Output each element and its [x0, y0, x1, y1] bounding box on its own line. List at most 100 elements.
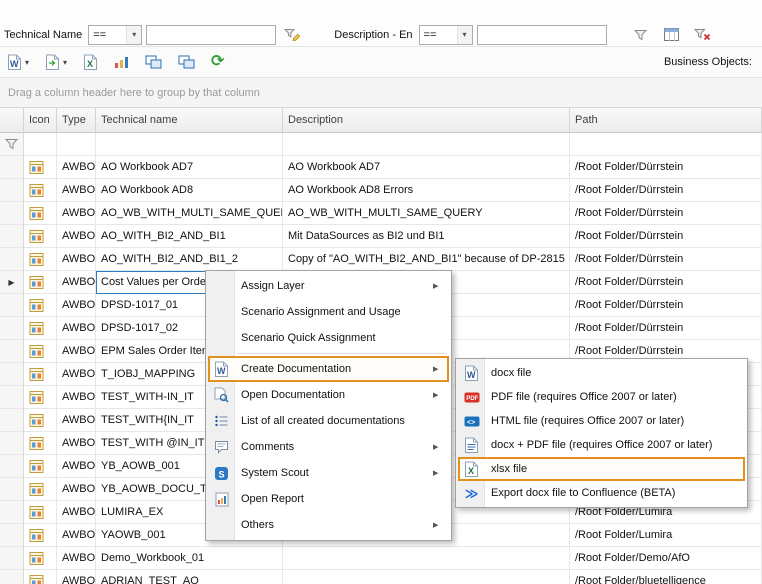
description-cell[interactable]: Mit DataSources as BI2 und BI1 [283, 225, 570, 248]
type-cell[interactable]: AWBO [57, 156, 96, 179]
technical-name-cell[interactable]: AO_WB_WITH_MULTI_SAME_QUERY [96, 202, 283, 225]
description-cell[interactable] [283, 570, 570, 584]
group-by-panel[interactable]: Drag a column header here to group by th… [0, 78, 762, 108]
clear-filter-button[interactable] [690, 24, 714, 45]
column-header-technical-name[interactable]: Technical name [96, 108, 283, 133]
table-row[interactable]: ▶ AWBO Demo_Workbook_01 /Root Folder/Dem… [0, 547, 762, 570]
type-cell[interactable]: AWBO [57, 363, 96, 386]
grid-windows-button-2[interactable] [178, 55, 195, 69]
type-cell[interactable]: AWBO [57, 317, 96, 340]
technical-name-operator-select[interactable]: == ▾ [88, 25, 142, 45]
description-cell[interactable]: AO_WB_WITH_MULTI_SAME_QUERY [283, 202, 570, 225]
type-cell[interactable]: AWBO [57, 271, 96, 294]
create-xlsx-button[interactable]: X [83, 54, 98, 70]
type-cell[interactable]: AWBO [57, 432, 96, 455]
type-cell[interactable]: AWBO [57, 386, 96, 409]
filter-cell-type[interactable] [57, 133, 96, 156]
table-row[interactable]: ▶ AWBO AO_WITH_BI2_AND_BI1_2 Copy of "AO… [0, 248, 762, 271]
filter-edit-button[interactable] [280, 24, 304, 45]
filter-cell-path[interactable] [570, 133, 762, 156]
menu-item-label: List of all created documentations [235, 415, 433, 427]
menu-item-open-report[interactable]: Open Report [208, 486, 449, 512]
path-cell[interactable]: /Root Folder/Dürrstein [570, 225, 762, 248]
table-row[interactable]: ▶ AWBO ADRIAN_TEST_AO /Root Folder/bluet… [0, 570, 762, 584]
create-docx-button[interactable]: W ▾ [7, 54, 29, 70]
type-cell[interactable]: AWBO [57, 547, 96, 570]
menu-item-others[interactable]: Others ▶ [208, 512, 449, 538]
filter-cell-description[interactable] [283, 133, 570, 156]
column-header-description[interactable]: Description [283, 108, 570, 133]
type-cell[interactable]: AWBO [57, 225, 96, 248]
path-cell[interactable]: /Root Folder/Lumira [570, 524, 762, 547]
type-cell[interactable]: AWBO [57, 294, 96, 317]
submenu-item-xlsx-file[interactable]: X xlsx file [458, 457, 745, 481]
description-filter-input[interactable] [477, 25, 607, 45]
open-documentation-toolbar-button[interactable]: ▾ [45, 54, 67, 70]
menu-item-open-documentation[interactable]: Open Documentation ▶ [208, 382, 449, 408]
submenu-item-export-docx-to-confluence[interactable]: ≫ Export docx file to Confluence (BETA) [458, 481, 745, 505]
path-cell[interactable]: /Root Folder/Dürrstein [570, 248, 762, 271]
column-header-path[interactable]: Path [570, 108, 762, 133]
menu-item-scenario-assignment-and-usage[interactable]: Scenario Assignment and Usage [208, 299, 449, 325]
table-row[interactable]: ▶ AWBO AO Workbook AD8 AO Workbook AD8 E… [0, 179, 762, 202]
column-header-icon[interactable]: Icon [24, 108, 57, 133]
path-cell[interactable]: /Root Folder/Demo/AfO [570, 547, 762, 570]
submenu-item-docx-file[interactable]: W docx file [458, 361, 745, 385]
menu-item-system-scout[interactable]: S System Scout ▶ [208, 460, 449, 486]
filter-button[interactable] [628, 24, 652, 45]
funnel-icon [634, 29, 647, 41]
menu-item-list-of-all-created-documentations[interactable]: List of all created documentations [208, 408, 449, 434]
menu-item-comments[interactable]: Comments ▶ [208, 434, 449, 460]
description-cell[interactable]: AO Workbook AD7 [283, 156, 570, 179]
type-cell[interactable]: AWBO [57, 455, 96, 478]
submenu-item-docx-plus-pdf-file[interactable]: docx + PDF file (requires Office 2007 or… [458, 433, 745, 457]
technical-name-cell[interactable]: AO Workbook AD8 [96, 179, 283, 202]
table-row[interactable]: ▶ AWBO AO_WITH_BI2_AND_BI1 Mit DataSourc… [0, 225, 762, 248]
row-indicator-cell: ▶ [0, 317, 24, 340]
path-cell[interactable]: /Root Folder/Dürrstein [570, 156, 762, 179]
path-cell[interactable]: /Root Folder/Dürrstein [570, 202, 762, 225]
description-operator-select[interactable]: == ▾ [419, 25, 473, 45]
path-cell[interactable]: /Root Folder/Dürrstein [570, 179, 762, 202]
filter-cell-icon[interactable] [24, 133, 57, 156]
technical-name-cell[interactable]: Demo_Workbook_01 [96, 547, 283, 570]
type-cell[interactable]: AWBO [57, 340, 96, 363]
application-window: Technical Name == ▾ Description - En == … [0, 0, 762, 584]
type-cell[interactable]: AWBO [57, 570, 96, 584]
type-cell[interactable]: AWBO [57, 409, 96, 432]
grid-windows-button-1[interactable] [145, 55, 162, 69]
description-cell[interactable]: AO Workbook AD8 Errors [283, 179, 570, 202]
path-cell[interactable]: /Root Folder/Dürrstein [570, 317, 762, 340]
type-cell[interactable]: AWBO [57, 524, 96, 547]
table-row[interactable]: ▶ AWBO AO Workbook AD7 AO Workbook AD7 /… [0, 156, 762, 179]
icon-cell [24, 271, 57, 294]
path-cell[interactable]: /Root Folder/Dürrstein [570, 271, 762, 294]
description-cell[interactable]: Copy of "AO_WITH_BI2_AND_BI1" because of… [283, 248, 570, 271]
column-header-type[interactable]: Type [57, 108, 96, 133]
operator-value: == [89, 29, 126, 41]
technical-name-filter-input[interactable] [146, 25, 276, 45]
technical-name-cell[interactable]: ADRIAN_TEST_AO [96, 570, 283, 584]
refresh-button[interactable]: ⟳ [211, 54, 224, 70]
submenu-arrow-icon: ▶ [433, 443, 449, 451]
submenu-item-pdf-file[interactable]: PDF PDF file (requires Office 2007 or la… [458, 385, 745, 409]
menu-item-scenario-quick-assignment[interactable]: Scenario Quick Assignment [208, 325, 449, 351]
type-cell[interactable]: AWBO [57, 202, 96, 225]
path-cell[interactable]: /Root Folder/bluetelligence [570, 570, 762, 584]
submenu-item-html-file[interactable]: <> HTML file (requires Office 2007 or la… [458, 409, 745, 433]
table-row[interactable]: ▶ AWBO AO_WB_WITH_MULTI_SAME_QUERY AO_WB… [0, 202, 762, 225]
description-cell[interactable] [283, 547, 570, 570]
technical-name-cell[interactable]: AO Workbook AD7 [96, 156, 283, 179]
chart-button[interactable] [114, 55, 129, 69]
filter-cell-technical-name[interactable] [96, 133, 283, 156]
technical-name-cell[interactable]: AO_WITH_BI2_AND_BI1 [96, 225, 283, 248]
type-cell[interactable]: AWBO [57, 478, 96, 501]
type-cell[interactable]: AWBO [57, 501, 96, 524]
menu-item-create-documentation[interactable]: W Create Documentation ▶ [208, 356, 449, 382]
type-cell[interactable]: AWBO [57, 179, 96, 202]
menu-item-assign-layer[interactable]: Assign Layer ▶ [208, 273, 449, 299]
technical-name-cell[interactable]: AO_WITH_BI2_AND_BI1_2 [96, 248, 283, 271]
path-cell[interactable]: /Root Folder/Dürrstein [570, 294, 762, 317]
type-cell[interactable]: AWBO [57, 248, 96, 271]
column-chooser-button[interactable] [659, 24, 683, 45]
